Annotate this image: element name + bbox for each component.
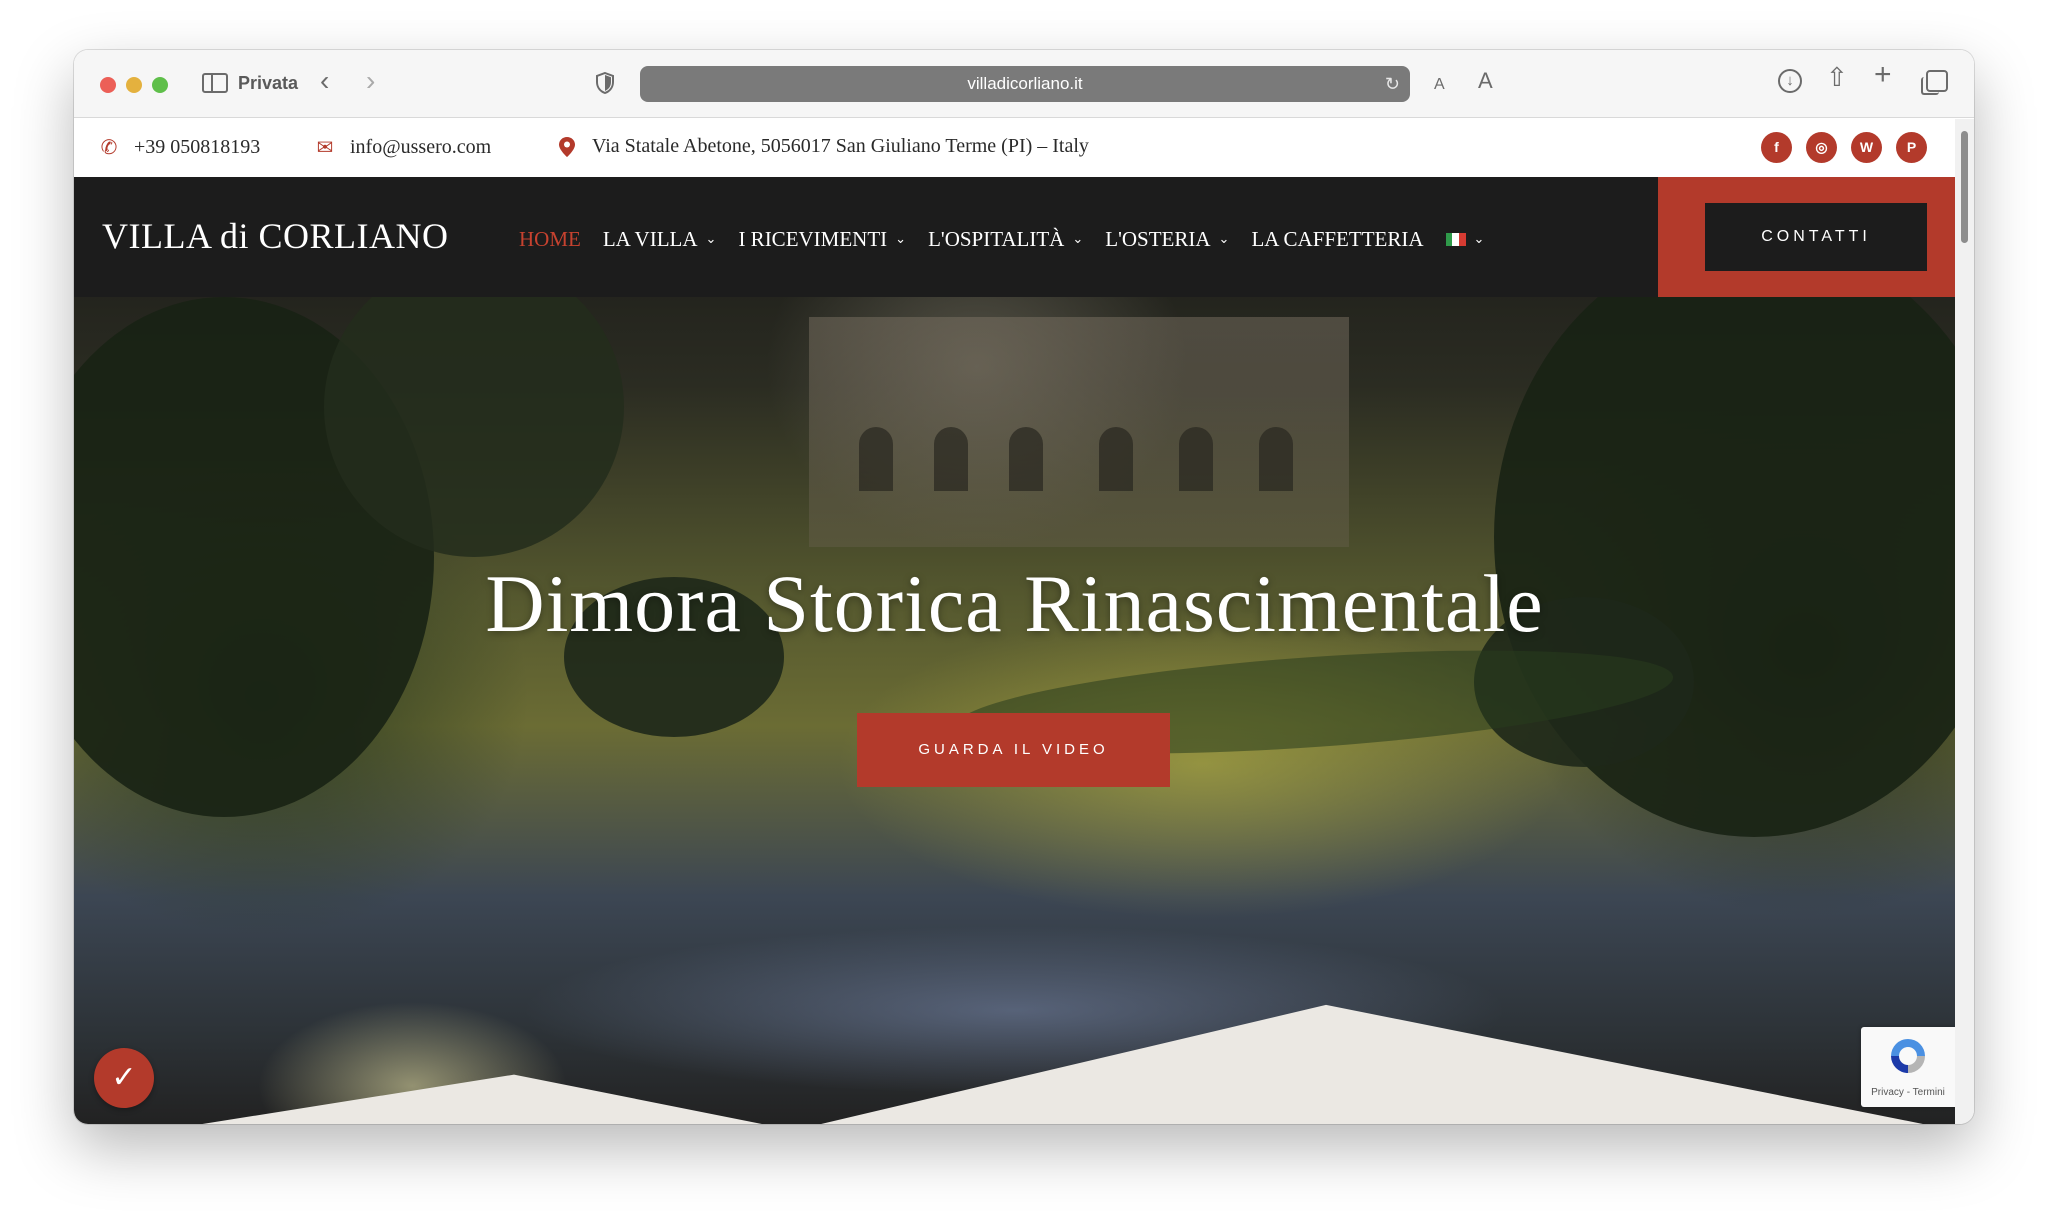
villa-window <box>934 427 968 491</box>
scroll-thumb[interactable] <box>1961 131 1968 243</box>
recaptcha-icon <box>1891 1039 1925 1073</box>
site-logo[interactable]: VILLA di CORLIANO <box>102 215 448 257</box>
w-icon[interactable]: W <box>1851 132 1882 163</box>
close-window-button[interactable] <box>100 77 116 93</box>
chevron-down-icon: ⌄ <box>1473 232 1485 247</box>
tree <box>324 257 624 557</box>
villa-window <box>1009 427 1043 491</box>
url-text: villadicorliano.it <box>967 74 1083 93</box>
contact-bar: ✆ +39 050818193 ✉ info@ussero.com Via St… <box>74 119 1955 177</box>
facebook-icon[interactable]: f <box>1761 132 1792 163</box>
villa-window <box>859 427 893 491</box>
cookie-settings-icon[interactable]: ✓ <box>94 1048 154 1108</box>
envelope-icon: ✉ <box>316 137 334 159</box>
italy-flag-icon <box>1445 233 1466 246</box>
sidebar-toggle-icon[interactable] <box>202 73 228 93</box>
watch-video-button[interactable]: GUARDA IL VIDEO <box>857 713 1170 787</box>
villa-window <box>1179 427 1213 491</box>
nav-item-home[interactable]: HOME <box>519 227 581 252</box>
phone-number: +39 050818193 <box>134 136 261 158</box>
forward-arrow-icon[interactable]: › <box>366 67 375 95</box>
bottom-wave-divider <box>202 1004 1923 1124</box>
contact-button-frame: CONTATTI <box>1658 177 1955 297</box>
address-bar[interactable]: villadicorliano.it ↻ <box>640 66 1410 102</box>
language-switcher[interactable]: ⌄ <box>1445 227 1485 252</box>
shield-icon[interactable] <box>596 72 614 94</box>
chevron-down-icon: ⌄ <box>1218 232 1230 247</box>
nav-item-label: LA CAFFETTERIA <box>1251 227 1424 251</box>
download-icon[interactable]: ↓ <box>1778 69 1802 93</box>
phone-icon: ✆ <box>100 137 118 159</box>
villa-window <box>1099 427 1133 491</box>
map-pin-icon <box>559 136 575 157</box>
nav-item-caffetteria[interactable]: LA CAFFETTERIA <box>1251 227 1423 252</box>
nav-item-label: L'OSPITALITÀ <box>928 227 1065 251</box>
main-header: VILLA di CORLIANO HOME LA VILLA ⌄ I RICE… <box>74 177 1955 297</box>
email-address: info@ussero.com <box>350 136 492 158</box>
browser-window: Privata ‹ › villadicorliano.it ↻ A A ↓ ⇧… <box>74 50 1974 1124</box>
nav-item-label: I RICEVIMENTI <box>738 227 888 251</box>
phone-link[interactable]: ✆ +39 050818193 <box>98 135 261 160</box>
villa-facade <box>809 317 1349 547</box>
hero-title: Dimora Storica Rinascimentale <box>485 558 1544 649</box>
nav-item-la-villa[interactable]: LA VILLA ⌄ <box>603 227 717 252</box>
recaptcha-badge[interactable]: Privacy - Termini <box>1861 1027 1955 1107</box>
contact-button[interactable]: CONTATTI <box>1705 203 1927 271</box>
chevron-down-icon: ⌄ <box>895 232 907 247</box>
back-arrow-icon[interactable]: ‹ <box>320 67 329 95</box>
hero-image: Dimora Storica Rinascimentale GUARDA IL … <box>74 177 1955 1124</box>
text-smaller-button[interactable]: A <box>1434 74 1445 96</box>
nav-item-label: HOME <box>519 227 581 251</box>
address-text: Via Statale Abetone, 5056017 San Giulian… <box>592 135 1089 157</box>
reload-icon[interactable]: ↻ <box>1385 66 1400 102</box>
private-mode-label: Privata <box>238 73 299 93</box>
main-menu: HOME LA VILLA ⌄ I RICEVIMENTI ⌄ L'OSPITA… <box>519 227 1506 252</box>
email-link[interactable]: ✉ info@ussero.com <box>314 135 492 160</box>
nav-item-label: L'OSTERIA <box>1105 227 1211 251</box>
nav-item-osteria[interactable]: L'OSTERIA ⌄ <box>1105 227 1229 252</box>
minimize-window-button[interactable] <box>126 77 142 93</box>
nav-item-ospitalita[interactable]: L'OSPITALITÀ ⌄ <box>928 227 1083 252</box>
instagram-icon[interactable]: ◎ <box>1806 132 1837 163</box>
villa-window <box>1259 427 1293 491</box>
share-icon[interactable]: ⇧ <box>1826 64 1848 90</box>
chevron-down-icon: ⌄ <box>1072 232 1084 247</box>
chevron-down-icon: ⌄ <box>705 232 717 247</box>
nav-item-ricevimenti[interactable]: I RICEVIMENTI ⌄ <box>738 227 906 252</box>
pinterest-icon[interactable]: P <box>1896 132 1927 163</box>
page-scrollbar[interactable] <box>1955 119 1974 1124</box>
address-link[interactable]: Via Statale Abetone, 5056017 San Giulian… <box>556 135 1089 158</box>
nav-item-label: LA VILLA <box>602 227 698 251</box>
website: ✆ +39 050818193 ✉ info@ussero.com Via St… <box>74 119 1955 1124</box>
browser-toolbar: Privata ‹ › villadicorliano.it ↻ A A ↓ ⇧… <box>74 50 1974 118</box>
recaptcha-links[interactable]: Privacy - Termini <box>1861 1087 1955 1098</box>
zoom-window-button[interactable] <box>152 77 168 93</box>
tab-overview-icon[interactable] <box>1921 70 1948 95</box>
text-larger-button[interactable]: A <box>1478 70 1493 92</box>
new-tab-icon[interactable]: + <box>1874 60 1892 90</box>
